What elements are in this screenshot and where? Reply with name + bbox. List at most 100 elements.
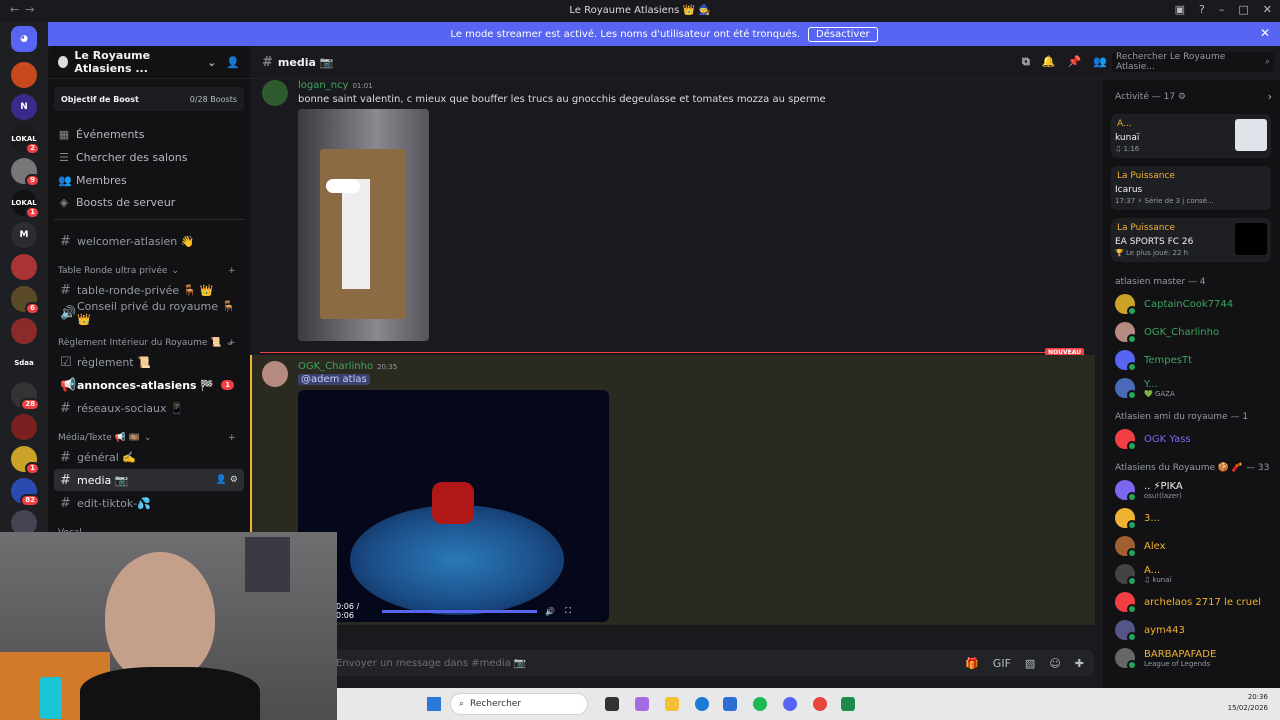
activity-card[interactable]: La Puissance Icarus 17:37 ⚡ Série de 3 j c… xyxy=(1111,166,1271,210)
server-icon[interactable]: 1 xyxy=(11,446,40,475)
minimize-button[interactable]: – xyxy=(1219,3,1225,16)
message-image[interactable] xyxy=(298,109,429,341)
server-icon[interactable]: 28 xyxy=(11,382,40,411)
volume-icon[interactable]: 🔊 xyxy=(545,607,555,616)
member-item[interactable]: OGK_Charlinho xyxy=(1115,322,1275,344)
pin-icon[interactable]: 📌 xyxy=(1068,55,1082,69)
chevron-right-icon[interactable]: › xyxy=(1268,90,1272,103)
channel-label: media 📷 xyxy=(77,473,129,487)
maximize-button[interactable]: □ xyxy=(1238,3,1248,16)
threads-icon[interactable]: ⧉ xyxy=(1022,55,1030,69)
channel-reglement[interactable]: ☑ règlement 📜 xyxy=(54,351,244,373)
menu-browse-channels[interactable]: ☰ Chercher des salons xyxy=(58,151,187,164)
invite-people-icon[interactable]: 👤 xyxy=(226,56,240,69)
spotify-icon[interactable] xyxy=(753,697,767,711)
server-icon[interactable]: 82 xyxy=(11,478,40,507)
gif-icon[interactable]: GIF xyxy=(993,657,1011,670)
inbox-icon[interactable]: ▣ xyxy=(1175,3,1185,16)
chevron-down-icon[interactable]: ⌄ xyxy=(207,56,216,69)
menu-events[interactable]: ▦ Événements xyxy=(58,128,145,141)
video-progress[interactable] xyxy=(381,609,538,613)
search-input[interactable]: Rechercher Le Royaume Atlasie... ⌕ xyxy=(1112,52,1274,72)
server-icon[interactable] xyxy=(11,254,37,280)
member-item[interactable]: BARBAPAFADE League of Legends xyxy=(1115,648,1275,670)
member-item[interactable]: TempesTt xyxy=(1115,350,1275,372)
message-author[interactable]: OGK_Charlinho 20:35 xyxy=(298,361,397,372)
activity-card[interactable]: La Puissance EA SPORTS FC 26 🏆 Le plus jou… xyxy=(1111,218,1271,262)
message-composer[interactable]: Envoyer un message dans #media 📷 🎁 GIF ▧… xyxy=(258,650,1094,676)
avatar[interactable] xyxy=(262,361,288,387)
member-item[interactable]: CaptainCook7744 xyxy=(1115,294,1275,316)
discord-home-icon[interactable]: ◕ xyxy=(11,26,37,52)
nav-arrows[interactable]: ←→ xyxy=(10,3,40,16)
copilot-icon[interactable] xyxy=(635,697,649,711)
channel-welcomer[interactable]: # welcomer-atlasien 👋 xyxy=(54,230,244,252)
channel-settings-icon[interactable]: 👤 ⚙ xyxy=(216,475,238,485)
category-reglement[interactable]: Règlement Intérieur du Royaume 📜 ⌄ + xyxy=(58,338,236,348)
close-window-button[interactable]: ✕ xyxy=(1263,3,1272,16)
member-item[interactable]: aym443 xyxy=(1115,620,1275,642)
member-item[interactable]: Y... 💚 GAZA xyxy=(1115,378,1275,400)
server-icon[interactable]: N xyxy=(11,94,37,120)
gift-icon[interactable]: 🎁 xyxy=(965,657,979,670)
system-clock[interactable]: 20:36 15/02/2026 xyxy=(1228,692,1268,714)
bell-icon[interactable]: 🔔 xyxy=(1042,55,1056,69)
add-channel-icon[interactable]: + xyxy=(228,433,236,443)
server-icon[interactable] xyxy=(11,62,37,88)
task-view-icon[interactable] xyxy=(605,697,619,711)
app-icon[interactable] xyxy=(841,697,855,711)
category-table-ronde[interactable]: Table Ronde ultra privée ⌄ + xyxy=(58,266,236,276)
server-icon[interactable] xyxy=(11,414,37,440)
channel-media[interactable]: # media 📷 👤 ⚙ xyxy=(54,469,244,491)
server-icon[interactable]: M xyxy=(11,222,37,248)
server-icon[interactable]: 6 xyxy=(11,286,40,315)
server-icon[interactable]: Sdaa xyxy=(11,350,37,376)
discord-app-icon[interactable] xyxy=(783,697,797,711)
file-explorer-icon[interactable] xyxy=(665,697,679,711)
member-item[interactable]: Alex xyxy=(1115,536,1275,558)
member-item[interactable]: OGK Yass xyxy=(1115,429,1275,451)
chrome-icon[interactable] xyxy=(813,697,827,711)
settings-icon[interactable]: ⚙ xyxy=(1178,92,1186,102)
close-banner-icon[interactable]: ✕ xyxy=(1260,26,1270,40)
channel-general[interactable]: # général ✍️ xyxy=(54,446,244,468)
server-header[interactable]: Le Royaume Atlasiens ... ⌄ 👤 xyxy=(48,46,250,79)
member-item[interactable]: 3... xyxy=(1115,508,1275,530)
user-mention[interactable]: @adem atlas xyxy=(298,374,370,385)
fullscreen-icon[interactable]: ⛶ xyxy=(565,606,571,616)
message-author[interactable]: logan_ncy 01:01 xyxy=(298,80,373,91)
member-name: Y... xyxy=(1144,378,1158,390)
channel-conseil-prive[interactable]: 🔊 Conseil privé du royaume 🪑 👑 xyxy=(54,300,244,326)
server-icon[interactable]: LOKAL 2 xyxy=(11,126,40,155)
channel-reseaux-sociaux[interactable]: # réseaux-sociaux 📱 xyxy=(54,397,244,419)
store-icon[interactable] xyxy=(723,697,737,711)
emoji-icon[interactable]: ☺ xyxy=(1049,657,1060,670)
start-icon[interactable] xyxy=(427,697,441,711)
channel-edit-tiktok[interactable]: # edit-tiktok-💦 xyxy=(54,492,244,514)
member-list-icon[interactable]: 👥 xyxy=(1093,55,1107,69)
video-player[interactable]: 0:06 / 0:06 🔊 ⛶ xyxy=(298,390,609,622)
add-channel-icon[interactable]: + xyxy=(228,266,236,276)
member-item[interactable]: .. ⚡PIKA osu!(lazer) xyxy=(1115,480,1275,502)
activity-card[interactable]: A... kunaï ♫ 1:16 xyxy=(1111,114,1271,158)
avatar[interactable] xyxy=(262,80,288,106)
server-icon[interactable] xyxy=(11,318,37,344)
category-media-texte[interactable]: Média/Texte 📢 🎞️ ⌄ + xyxy=(58,433,236,443)
taskbar-search[interactable]: ⌕ Rechercher xyxy=(450,693,588,715)
boost-goal[interactable]: Objectif de Boost 0/28 Boosts xyxy=(54,87,244,111)
channel-table-ronde-privee[interactable]: # table-ronde-privée 🪑 👑 xyxy=(54,279,244,301)
menu-members[interactable]: 👥 Membres xyxy=(58,174,127,187)
timestamp: 01:01 xyxy=(352,82,373,90)
server-icon[interactable]: 9 xyxy=(11,158,40,187)
apps-icon[interactable]: ✚ xyxy=(1075,657,1084,670)
help-icon[interactable]: ? xyxy=(1199,3,1205,16)
channel-annonces[interactable]: 📢 annonces-atlasiens 🏁 1 xyxy=(54,374,244,396)
server-icon[interactable]: LOKAL 1 xyxy=(11,190,40,219)
sticker-icon[interactable]: ▧ xyxy=(1025,657,1035,670)
add-channel-icon[interactable]: + xyxy=(228,338,236,348)
member-item[interactable]: archelaos 2717 le cruel xyxy=(1115,592,1275,614)
edge-icon[interactable] xyxy=(695,697,709,711)
menu-server-boosts[interactable]: ◈ Boosts de serveur xyxy=(58,196,176,209)
member-item[interactable]: A... ♫ kunaï xyxy=(1115,564,1275,586)
disable-streamer-button[interactable]: Désactiver xyxy=(808,26,878,42)
